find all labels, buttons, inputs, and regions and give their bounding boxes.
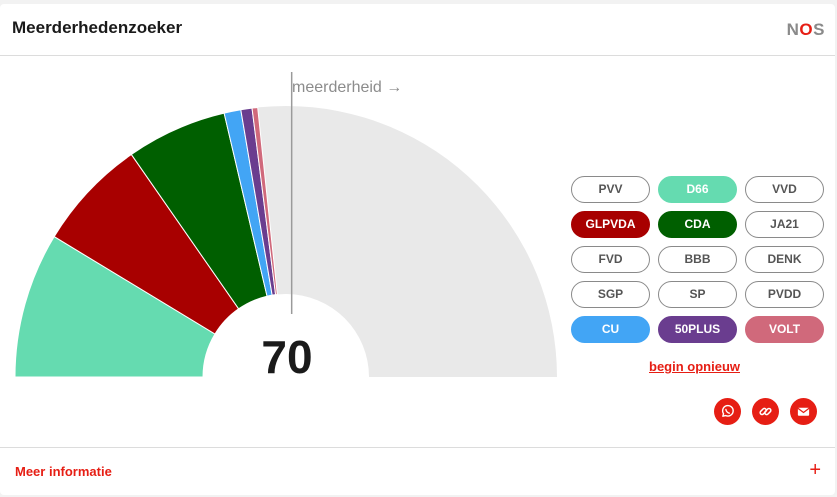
party-button-sgp[interactable]: SGP xyxy=(571,281,650,308)
party-button-sp[interactable]: SP xyxy=(658,281,737,308)
share-whatsapp-button[interactable] xyxy=(714,398,741,425)
more-info-bar[interactable]: Meer informatie + xyxy=(0,447,835,496)
reset-link[interactable]: begin opnieuw xyxy=(649,359,740,374)
party-button-denk[interactable]: DENK xyxy=(745,246,824,273)
mail-icon xyxy=(797,407,810,416)
party-button-cu[interactable]: CU xyxy=(571,316,650,343)
copy-link-button[interactable] xyxy=(752,398,779,425)
party-button-volt[interactable]: VOLT xyxy=(745,316,824,343)
party-button-ja21[interactable]: JA21 xyxy=(745,211,824,238)
whatsapp-icon xyxy=(721,404,734,417)
party-button-50plus[interactable]: 50PLUS xyxy=(658,316,737,343)
nos-logo: NOS xyxy=(786,20,825,39)
majority-label: meerderheid → xyxy=(292,79,403,96)
link-icon xyxy=(759,407,772,416)
party-button-pvv[interactable]: PVV xyxy=(571,176,650,203)
more-info-label[interactable]: Meer informatie xyxy=(15,464,112,479)
expand-plus-icon[interactable]: + xyxy=(809,459,821,482)
hemicycle-chart: meerderheid → 70 xyxy=(0,56,560,396)
seat-count: 70 xyxy=(261,331,313,383)
party-button-grid: PVV D66 VVD GLPVDA CDA JA21 FVD BBB DENK SGP SP PVD… xyxy=(571,176,824,343)
share-buttons xyxy=(714,398,817,425)
party-button-fvd[interactable]: FVD xyxy=(571,246,650,273)
party-button-vvd[interactable]: VVD xyxy=(745,176,824,203)
party-button-d66[interactable]: D66 xyxy=(658,176,737,203)
page-title: Meerderhedenzoeker xyxy=(12,18,183,37)
share-mail-button[interactable] xyxy=(790,398,817,425)
party-button-bbb[interactable]: BBB xyxy=(658,246,737,273)
majority-finder-card: Meerderhedenzoeker NOS meerderheid → 70 … xyxy=(0,4,835,495)
party-button-cda[interactable]: CDA xyxy=(658,211,737,238)
party-button-glpvda[interactable]: GLPVDA xyxy=(571,211,650,238)
card-header: Meerderhedenzoeker NOS xyxy=(0,4,835,56)
party-button-pvdd[interactable]: PVDD xyxy=(745,281,824,308)
